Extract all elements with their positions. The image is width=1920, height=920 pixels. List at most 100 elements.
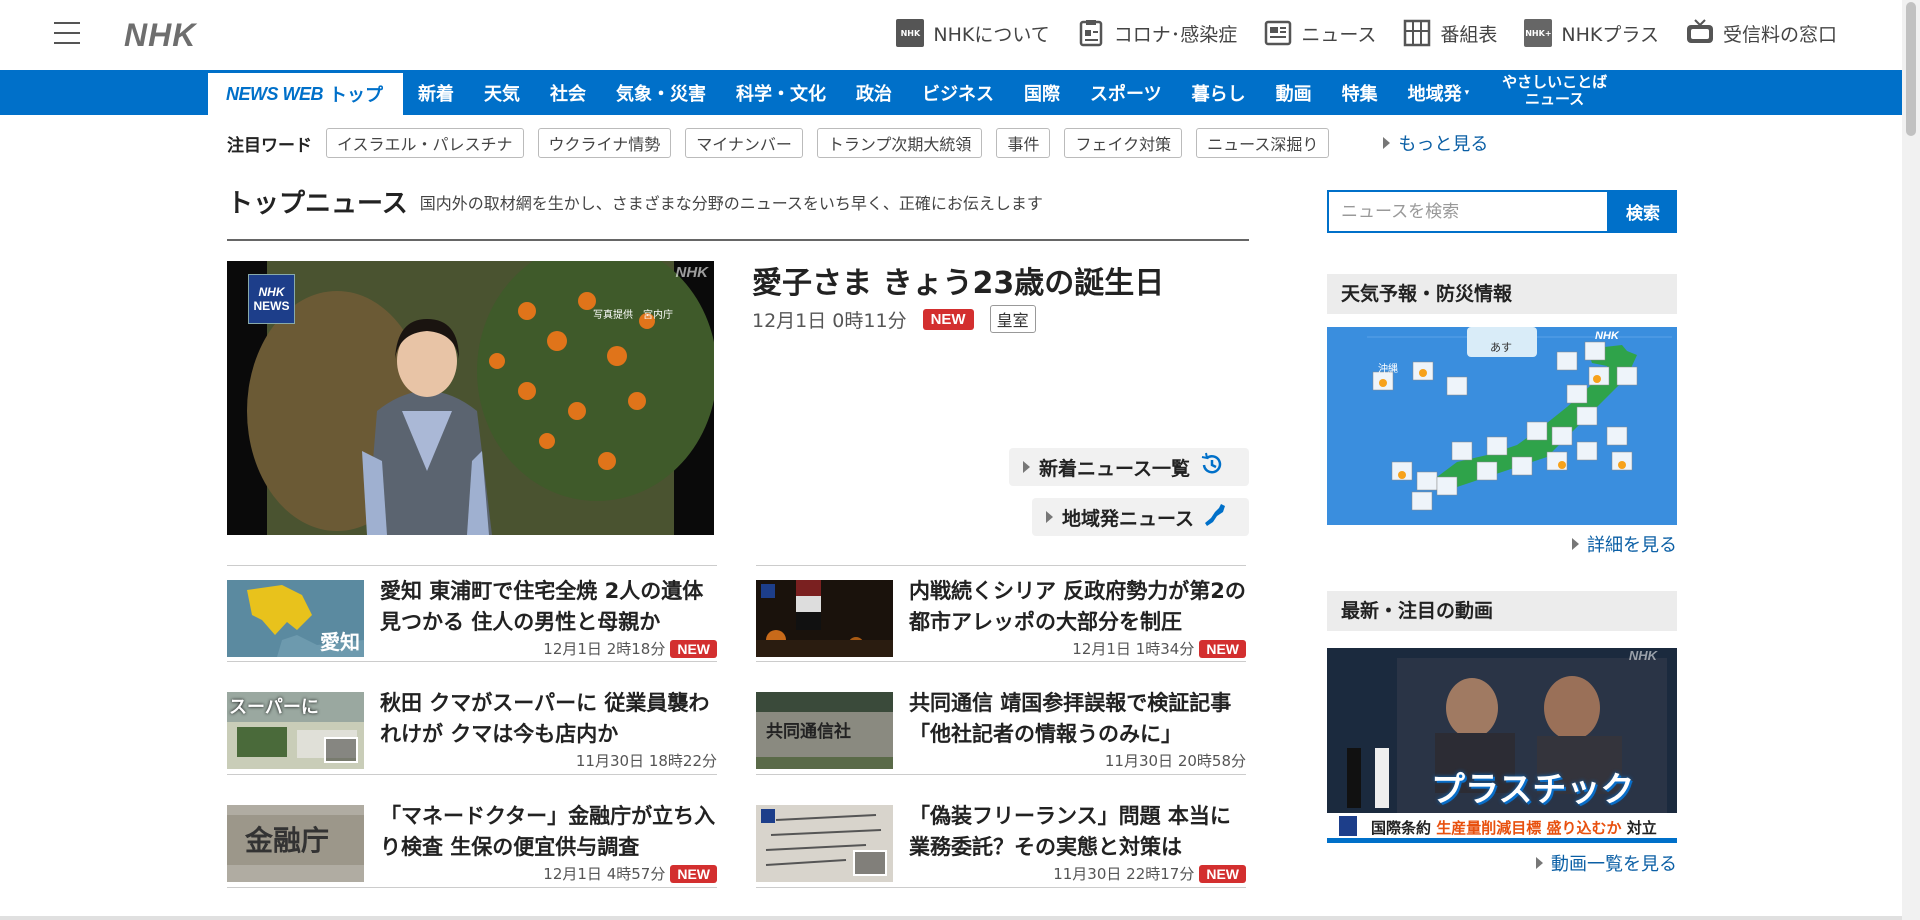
tab-regional[interactable]: 地域発 ▾ [1393, 70, 1485, 115]
news-web-brand: NEWS WEB [226, 83, 324, 104]
news-thumbnail: 共同通信社 [756, 692, 893, 769]
play-arrow-icon [1383, 137, 1391, 149]
header-link-corona[interactable]: コロナ･感染症 [1076, 18, 1238, 48]
tab-society[interactable]: 社会 [535, 70, 601, 115]
grid-icon [1402, 18, 1432, 48]
keyword-chip[interactable]: 事件 [996, 128, 1051, 158]
header-link-label: コロナ･感染症 [1113, 23, 1238, 46]
header-link-label: 番組表 [1440, 23, 1498, 46]
hero-image[interactable]: NHK NEWS NHK 写真提供 宮内庁 [227, 261, 714, 535]
weather-map[interactable]: NHK あす 沖縄 [1327, 327, 1677, 525]
tab-disaster[interactable]: 気象・災害 [601, 70, 721, 115]
news-meta: 12月1日 2時18分 NEW [543, 638, 717, 659]
tab-politics[interactable]: 政治 [841, 70, 907, 115]
video-icon [853, 850, 887, 876]
video-more-link[interactable]: 動画一覧を見る [1536, 850, 1677, 876]
keyword-chip[interactable]: ニュース深掘り [1196, 128, 1330, 158]
news-thumbnail: 愛知 [227, 580, 364, 657]
news-item[interactable]: 愛知 愛知 東浦町で住宅全焼 2人の遺体見つかる 住人の男性と母親か 12月1日… [227, 565, 717, 662]
tab-video[interactable]: 動画 [1261, 70, 1327, 115]
watermark-logo: NHK [675, 264, 709, 281]
tab-sports[interactable]: スポーツ [1075, 70, 1177, 115]
keyword-chip[interactable]: フェイク対策 [1064, 128, 1183, 158]
news-headline: 「偽装フリーランス」問題 本当に業務委託？その実態と対策は [909, 804, 1231, 859]
header-link-label: ニュース [1301, 23, 1377, 46]
new-badge: NEW [670, 639, 717, 658]
news-item[interactable]: 共同通信社 共同通信 靖国参拝誤報で検証記事「他社記者の情報うのみに」 11月3… [756, 678, 1246, 775]
play-arrow-icon [1046, 511, 1053, 523]
tv-icon [1685, 18, 1715, 48]
timestamp: 12月1日 1時34分 [1072, 640, 1195, 658]
tab-regional-label: 地域発 [1407, 83, 1462, 105]
news-thumbnail [756, 580, 893, 657]
tab-feature[interactable]: 特集 [1327, 70, 1393, 115]
keyword-chip[interactable]: トランプ次期大統領 [816, 128, 983, 158]
weather-day-label: あす [1490, 341, 1512, 354]
weather-city-label: 沖縄 [1378, 364, 1398, 375]
weather-more-link[interactable]: 詳細を見る [1572, 531, 1677, 557]
news-headline: 共同通信 靖国参拝誤報で検証記事「他社記者の情報うのみに」 [909, 691, 1232, 746]
video-heading: 最新・注目の動画 [1327, 591, 1677, 631]
caption-highlight: 生産量削減目標 盛り込むか [1436, 819, 1622, 837]
scrollbar-thumb[interactable] [1906, 2, 1916, 136]
keywords-more-link[interactable]: もっと見る [1383, 130, 1488, 156]
tab-top-label: トップ [329, 85, 383, 106]
header-link-fee[interactable]: 受信料の窓口 [1685, 18, 1837, 48]
regional-news-button[interactable]: 地域発ニュース [1032, 498, 1249, 536]
news-item[interactable]: 金融庁 「マネードクター」金融庁が立ち入り検査 生保の便宜供与調査 12月1日 … [227, 791, 717, 888]
header-link-news[interactable]: ニュース [1263, 18, 1376, 48]
new-badge: NEW [1199, 864, 1246, 883]
tab-science[interactable]: 科学・文化 [721, 70, 841, 115]
header-link-label: NHKプラス [1561, 23, 1659, 46]
search-button[interactable]: 検索 [1609, 190, 1677, 233]
watermark-logo: NHK [1595, 330, 1620, 342]
menu-icon[interactable] [54, 22, 80, 46]
hero-headline[interactable]: 愛子さま きょう23歳の誕生日 [752, 258, 1164, 302]
news-thumbnail [756, 805, 893, 882]
chevron-down-icon: ▾ [1464, 87, 1470, 98]
news-headline: 愛知 東浦町で住宅全焼 2人の遺体見つかる 住人の男性と母親か [380, 579, 704, 634]
japan-map-icon [1203, 502, 1227, 533]
tab-top[interactable]: NEWS WEB トップ [208, 70, 403, 115]
topic-tag[interactable]: 皇室 [989, 305, 1036, 333]
image-credit: 写真提供 宮内庁 [593, 310, 673, 321]
keyword-chip[interactable]: ウクライナ情勢 [537, 128, 672, 158]
caption-prefix: 国際条約 [1371, 819, 1432, 837]
header-link-nhkplus[interactable]: NHK+ NHKプラス [1523, 18, 1659, 48]
video-more-label: 動画一覧を見る [1551, 854, 1677, 875]
featured-video[interactable]: NHK プラスチック 国際条約 生産量削減目標 盛り込むか 対立 [1327, 648, 1677, 843]
weather-heading: 天気予報・防災情報 [1327, 274, 1677, 314]
header-link-schedule[interactable]: 番組表 [1402, 18, 1497, 48]
nhk-news-logo: NHK NEWS [248, 274, 295, 324]
video-icon [324, 737, 358, 763]
latest-news-button[interactable]: 新着ニュース一覧 [1009, 448, 1249, 486]
tab-international[interactable]: 国際 [1009, 70, 1075, 115]
tab-business[interactable]: ビジネス [907, 70, 1009, 115]
nhk-logo[interactable]: NHK [124, 17, 196, 54]
timestamp: 12月1日 0時11分 [752, 309, 907, 332]
tab-weather[interactable]: 天気 [469, 70, 535, 115]
keywords-label: 注目ワード [227, 135, 312, 156]
new-badge: NEW [922, 308, 974, 330]
news-item[interactable]: 「偽装フリーランス」問題 本当に業務委託？その実態と対策は 11月30日 22時… [756, 791, 1246, 888]
thumbnail-caption: スーパーに [229, 697, 319, 718]
tab-latest[interactable]: 新着 [403, 70, 469, 115]
keywords-more-label: もっと見る [1398, 134, 1489, 155]
play-arrow-icon [1572, 538, 1579, 550]
keyword-chip[interactable]: マイナンバー [685, 128, 803, 158]
news-item[interactable]: 内戦続くシリア 反政府勢力が第2の都市アレッポの大部分を制圧 12月1日 1時3… [756, 565, 1246, 662]
hero-meta: 12月1日 0時11分 NEW 皇室 [752, 305, 1036, 333]
keyword-chip[interactable]: イスラエル・パレスチナ [326, 128, 524, 158]
video-overlay-text: プラスチック [1431, 770, 1635, 810]
tab-life[interactable]: 暮らし [1177, 70, 1261, 115]
regional-news-label: 地域発ニュース [1062, 507, 1195, 530]
page-scrollbar[interactable] [1902, 0, 1920, 920]
news-headline: 「マネードクター」金融庁が立ち入り検査 生保の便宜供与調査 [380, 804, 716, 859]
search-input[interactable] [1327, 190, 1609, 233]
news-logo-text: NEWS [253, 299, 290, 313]
tab-easy-japanese[interactable]: やさしいことば ニュース [1484, 70, 1625, 115]
easy-japanese-line2: ニュース [1525, 90, 1585, 108]
news-item[interactable]: スーパーに 秋田 クマがスーパーに 従業員襲われけが クマは今も店内か 11月3… [227, 678, 717, 775]
nhk-icon: NHK [895, 18, 925, 48]
header-link-about[interactable]: NHK NHKについて [895, 18, 1050, 48]
